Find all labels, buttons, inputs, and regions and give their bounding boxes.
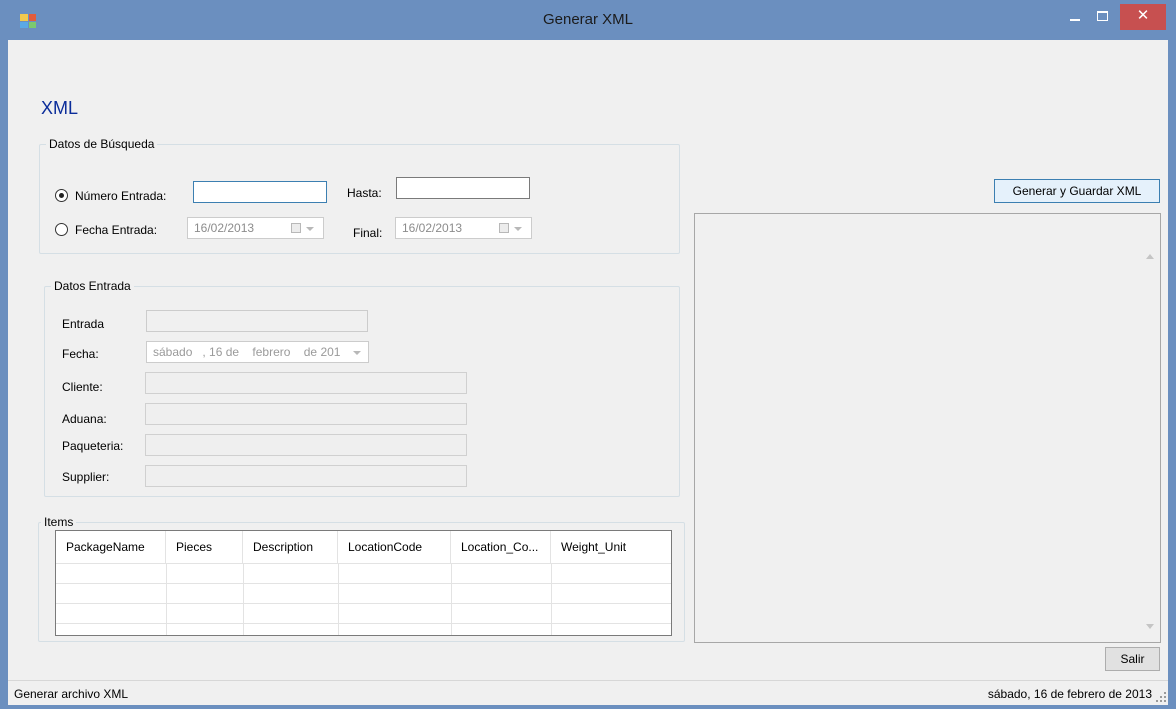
form-client-area: XML Datos de Búsqueda Número Entrada: Ha… [8,40,1168,680]
resize-grip-icon[interactable] [1156,692,1166,702]
fecha-entrada-radio[interactable] [55,223,68,236]
scroll-up-icon[interactable] [1146,254,1154,259]
supplier-label: Supplier: [62,470,110,484]
grid-divider [551,563,552,635]
supplier-input[interactable] [145,465,467,487]
minimize-icon [1070,19,1080,21]
fecha-value: sábado , 16 de febrero de 201 [153,345,341,359]
grid-divider [243,563,244,635]
fecha-entrada-value: 16/02/2013 [194,221,255,235]
fecha-entrada-datepicker[interactable]: 16/02/2013 [187,217,324,239]
status-bar: Generar archivo XML sábado, 16 de febrer… [8,680,1168,705]
column-header[interactable]: PackageName [56,531,166,563]
entrada-group-legend: Datos Entrada [54,279,131,293]
status-text: Generar archivo XML [14,687,129,701]
numero-entrada-label: Número Entrada: [75,189,167,203]
chevron-down-icon[interactable] [514,227,522,231]
status-date: sábado, 16 de febrero de 2013 [987,687,1152,701]
column-header[interactable]: Description [243,531,338,563]
numero-entrada-radio[interactable] [55,189,68,202]
title-bar[interactable]: Generar XML ✕ [0,0,1176,40]
cliente-label: Cliente: [62,380,103,394]
grid-header: PackageName Pieces Description LocationC… [56,531,671,563]
table-row[interactable] [56,583,671,603]
hasta-input[interactable] [396,177,530,199]
generar-guardar-xml-button[interactable]: Generar y Guardar XML [994,179,1160,203]
fecha-datepicker[interactable]: sábado , 16 de febrero de 201 [146,341,369,363]
window-title: Generar XML [542,11,634,28]
items-grid[interactable]: PackageName Pieces Description LocationC… [55,530,672,636]
aduana-label: Aduana: [62,412,107,426]
app-window: Generar XML ✕ XML Datos de Búsqueda Núme… [0,0,1176,709]
column-header[interactable]: Weight_Unit [551,531,671,563]
table-row[interactable] [56,623,671,635]
final-value: 16/02/2013 [402,221,463,235]
scroll-down-icon[interactable] [1146,624,1154,629]
xml-output-textbox[interactable] [694,213,1161,643]
hasta-label: Hasta: [347,186,382,200]
salir-button[interactable]: Salir [1105,647,1160,671]
table-row[interactable] [56,563,671,583]
table-row[interactable] [56,603,671,623]
search-group-legend: Datos de Búsqueda [49,137,155,151]
column-header[interactable]: Pieces [166,531,243,563]
paqueteria-label: Paqueteria: [62,439,124,453]
page-title: XML [41,98,79,118]
final-label: Final: [353,226,383,240]
close-button[interactable]: ✕ [1120,4,1166,30]
chevron-down-icon[interactable] [353,351,361,355]
chevron-down-icon[interactable] [306,227,314,231]
column-header[interactable]: LocationCode [338,531,451,563]
items-group-legend: Items [44,515,74,529]
calendar-icon[interactable] [291,223,301,233]
calendar-icon[interactable] [499,223,509,233]
maximize-icon [1097,11,1108,21]
cliente-input[interactable] [145,372,467,394]
aduana-input[interactable] [145,403,467,425]
entrada-label: Entrada [62,317,105,331]
numero-entrada-input[interactable] [193,181,327,203]
close-icon: ✕ [1136,7,1150,24]
grid-divider [451,563,452,635]
maximize-button[interactable] [1090,4,1116,30]
minimize-button[interactable] [1062,4,1088,30]
paqueteria-input[interactable] [145,434,467,456]
grid-divider [338,563,339,635]
grid-divider [166,563,167,635]
final-datepicker[interactable]: 16/02/2013 [395,217,532,239]
entrada-input[interactable] [146,310,368,332]
column-header[interactable]: Location_Co... [451,531,551,563]
fecha-label: Fecha: [62,347,99,361]
fecha-entrada-label: Fecha Entrada: [75,223,158,237]
